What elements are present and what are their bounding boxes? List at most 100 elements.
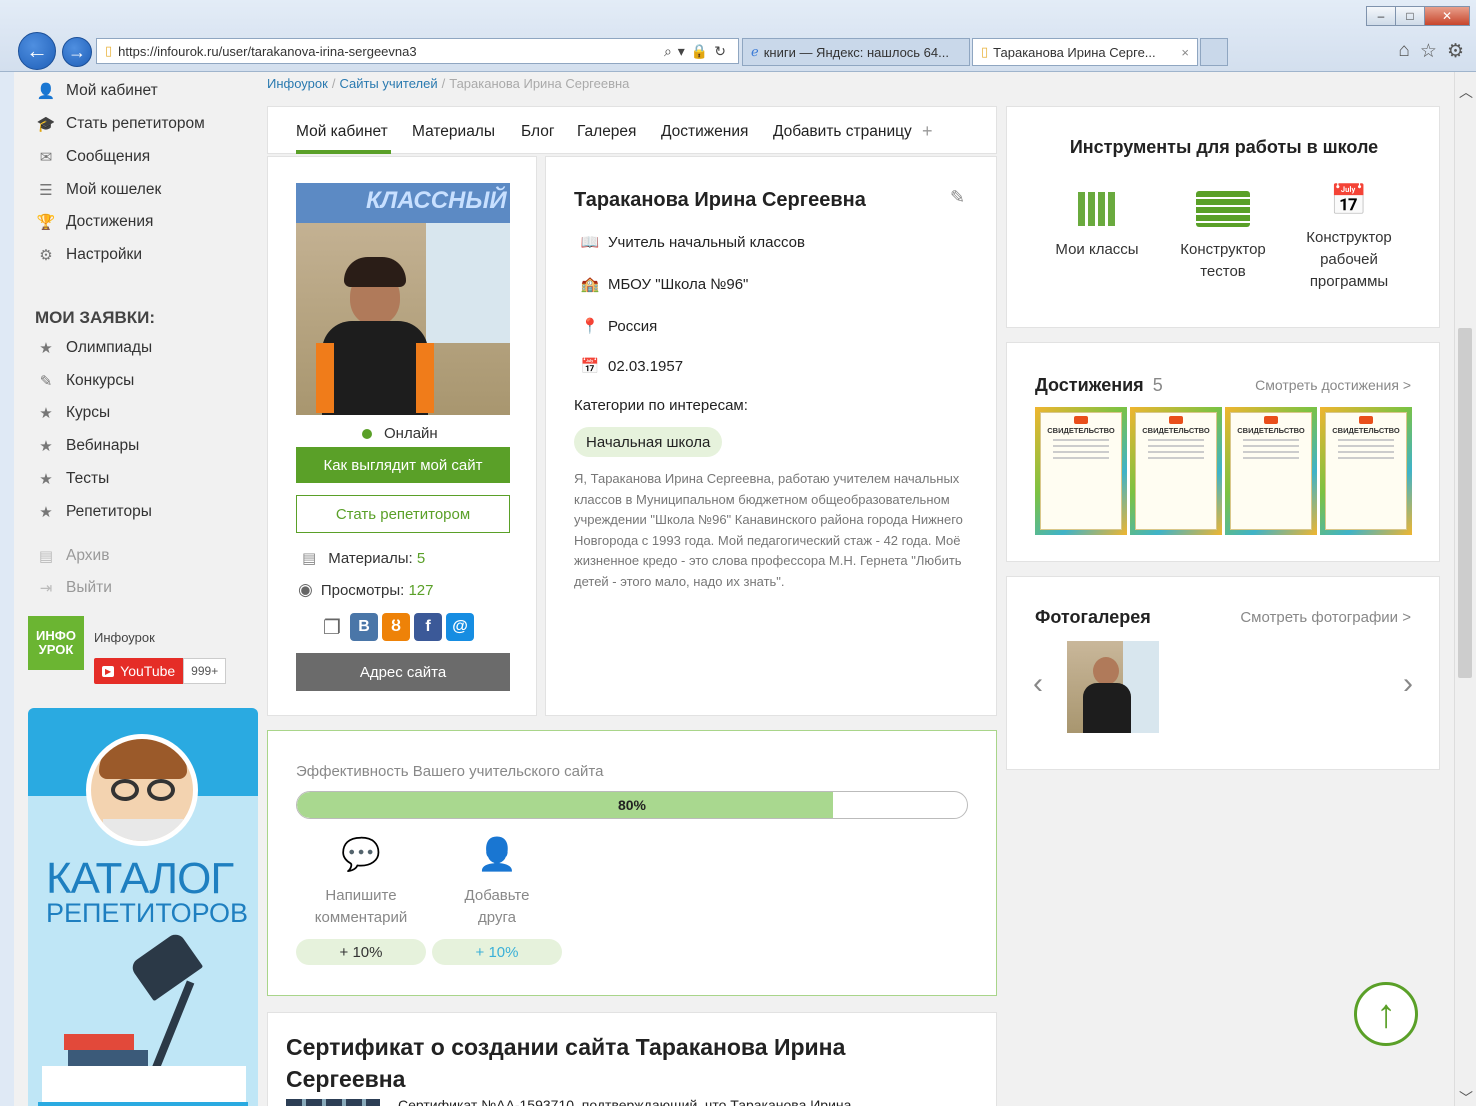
efficiency-progress: 80%: [296, 791, 968, 819]
tab-add-page[interactable]: Добавить страницу: [773, 123, 912, 141]
views-stat: ◉ Просмотры: 127: [298, 580, 434, 600]
certificate-thumb[interactable]: СВИДЕТЕЛЬСТВО: [1320, 407, 1412, 535]
youtube-label: YouTube: [120, 663, 176, 679]
cert-label: СВИДЕТЕЛЬСТВО: [1142, 426, 1210, 435]
school-text: МБОУ "Школа №96": [608, 275, 749, 293]
youtube-button[interactable]: ▶ YouTube: [94, 658, 184, 684]
sidebar-item-achievements[interactable]: 🏆 Достижения: [36, 207, 154, 237]
bonus-badge: + 10%: [296, 939, 426, 965]
add-user-icon: 👤: [477, 836, 517, 872]
tool-label: Конструктор рабочей программы: [1289, 227, 1409, 293]
sidebar-item-label: Настройки: [66, 246, 143, 263]
tab-materials[interactable]: Материалы: [412, 123, 495, 141]
star-icon: ★: [39, 504, 53, 521]
forward-arrow-icon[interactable]: →: [62, 37, 92, 67]
action-comment[interactable]: 💬 Напишите комментарий + 10%: [296, 835, 426, 965]
minimize-button[interactable]: –: [1366, 6, 1396, 26]
view-achievements-link[interactable]: Смотреть достижения >: [1255, 377, 1411, 393]
vk-icon[interactable]: В: [350, 613, 378, 641]
sidebar-item-courses[interactable]: ★ Курсы: [36, 398, 110, 428]
sidebar-item-archive[interactable]: ▤ Архив: [36, 541, 110, 571]
page-scrollbar[interactable]: ︿ ﹀: [1454, 72, 1476, 1106]
birthdate-row: 📅 02.03.1957: [580, 357, 683, 376]
gallery-card: Фотогалерея Смотреть фотографии > ‹ ›: [1006, 576, 1440, 770]
tool-label: Конструктор тестов: [1163, 239, 1283, 283]
sidebar-item-olympiads[interactable]: ★ Олимпиады: [36, 333, 152, 363]
youtube-subscribe[interactable]: ▶ YouTube 999+: [94, 658, 227, 684]
home-icon[interactable]: ⌂: [1398, 40, 1409, 63]
sidebar-item-settings[interactable]: ⚙ Настройки: [36, 240, 142, 270]
edit-pencil-icon[interactable]: ✎: [950, 187, 965, 208]
sidebar-item-contests[interactable]: ✎ Конкурсы: [36, 366, 135, 396]
sidebar-item-messages[interactable]: ✉ Сообщения: [36, 142, 150, 172]
tab-yandex[interactable]: ℯ книги — Яндекс: нашлось 64...: [742, 38, 970, 66]
view-photos-link[interactable]: Смотреть фотографии >: [1240, 609, 1411, 626]
tab-gallery[interactable]: Галерея: [577, 123, 636, 141]
subscriber-count: 999+: [183, 658, 227, 684]
become-tutor-button[interactable]: Стать репетитором: [296, 495, 510, 533]
facebook-icon[interactable]: f: [414, 613, 442, 641]
banner-title: КАТАЛОГ: [46, 854, 234, 903]
scroll-to-top-button[interactable]: ↑: [1354, 982, 1418, 1046]
tab-title: книги — Яндекс: нашлось 64...: [763, 44, 949, 60]
scrollbar-thumb[interactable]: [1458, 328, 1472, 678]
tool-test-builder[interactable]: Конструктор тестов: [1163, 183, 1283, 283]
sidebar-item-webinars[interactable]: ★ Вебинары: [36, 431, 139, 461]
breadcrumb-current: Тараканова Ирина Сергеевна: [449, 76, 630, 91]
certificate-thumbnail[interactable]: [286, 1099, 380, 1106]
odnoklassniki-icon[interactable]: ȣ: [382, 613, 410, 641]
profile-photo: КЛАССНЫЙ: [296, 183, 510, 415]
materials-count[interactable]: 5: [417, 550, 425, 567]
cert-label: СВИДЕТЕЛЬСТВО: [1332, 426, 1400, 435]
new-tab-button[interactable]: [1200, 38, 1228, 66]
tab-profile[interactable]: ▯ Тараканова Ирина Серге... ×: [972, 38, 1198, 66]
breadcrumb-separator: /: [441, 76, 446, 91]
gallery-next-icon[interactable]: ›: [1403, 667, 1413, 701]
tab-achievements[interactable]: Достижения: [661, 123, 748, 141]
infourok-logo[interactable]: ИНФО УРОК: [28, 616, 84, 670]
sidebar-item-my-cabinet[interactable]: 👤 Мой кабинет: [36, 76, 158, 106]
tutor-avatar: [86, 734, 198, 846]
breadcrumb-teachers[interactable]: Сайты учителей: [339, 76, 437, 91]
gallery-photo[interactable]: [1067, 641, 1159, 733]
tool-program-builder[interactable]: 📅 Конструктор рабочей программы: [1289, 177, 1409, 293]
certificate-thumb[interactable]: СВИДЕТЕЛЬСТВО: [1035, 407, 1127, 535]
copy-icon[interactable]: ❐: [318, 613, 346, 641]
mail-icon[interactable]: @: [446, 613, 474, 641]
window-controls: – □ ✕: [1366, 6, 1470, 26]
sidebar-item-tests[interactable]: ★ Тесты: [36, 464, 109, 494]
trophy-icon: 🏆: [36, 214, 56, 231]
breadcrumb-home[interactable]: Инфоурок: [267, 76, 328, 91]
sidebar-item-logout[interactable]: ⇥ Выйти: [36, 573, 112, 603]
category-tag[interactable]: Начальная школа: [574, 427, 723, 457]
categories-label: Категории по интересам:: [574, 397, 748, 414]
back-arrow-icon[interactable]: ←: [18, 32, 56, 70]
tool-my-classes[interactable]: Мои классы: [1037, 183, 1157, 261]
sidebar-item-become-tutor[interactable]: 🎓 Стать репетитором: [36, 109, 205, 139]
scroll-up-icon[interactable]: ︿: [1459, 82, 1473, 102]
search-lock-refresh-icons[interactable]: ⌕▾🔒↻: [664, 43, 738, 60]
maximize-button[interactable]: □: [1395, 6, 1425, 26]
address-bar[interactable]: ▯ https://infourok.ru/user/tarakanova-ir…: [96, 38, 739, 64]
certificate-thumb[interactable]: СВИДЕТЕЛЬСТВО: [1130, 407, 1222, 535]
tutor-catalog-banner[interactable]: КАТАЛОГ РЕПЕТИТОРОВ: [28, 708, 258, 1106]
breadcrumb: Инфоурок / Сайты учителей / Тараканова И…: [267, 76, 629, 91]
action-add-friend[interactable]: 👤 Добавьте друга + 10%: [432, 835, 562, 965]
sidebar-item-wallet[interactable]: ☰ Мой кошелек: [36, 175, 161, 205]
gallery-prev-icon[interactable]: ‹: [1033, 667, 1043, 701]
play-icon: ▶: [102, 665, 115, 677]
achievements-title-text: Достижения: [1035, 375, 1144, 395]
plus-icon[interactable]: +: [922, 121, 933, 142]
tab-close-icon[interactable]: ×: [1181, 45, 1189, 60]
favorites-star-icon[interactable]: ☆: [1420, 40, 1437, 63]
view-site-button[interactable]: Как выглядит мой сайт: [296, 447, 510, 483]
tab-my-cabinet[interactable]: Мой кабинет: [296, 123, 388, 141]
close-button[interactable]: ✕: [1424, 6, 1470, 26]
sidebar-item-tutors[interactable]: ★ Репетиторы: [36, 497, 152, 527]
site-address-button[interactable]: Адрес сайта: [296, 653, 510, 691]
scroll-down-icon[interactable]: ﹀: [1459, 1088, 1473, 1106]
tab-blog[interactable]: Блог: [521, 123, 555, 141]
tool-label-line: программы: [1309, 273, 1389, 290]
certificate-thumb[interactable]: СВИДЕТЕЛЬСТВО: [1225, 407, 1317, 535]
settings-gear-icon[interactable]: ⚙: [1447, 40, 1464, 63]
